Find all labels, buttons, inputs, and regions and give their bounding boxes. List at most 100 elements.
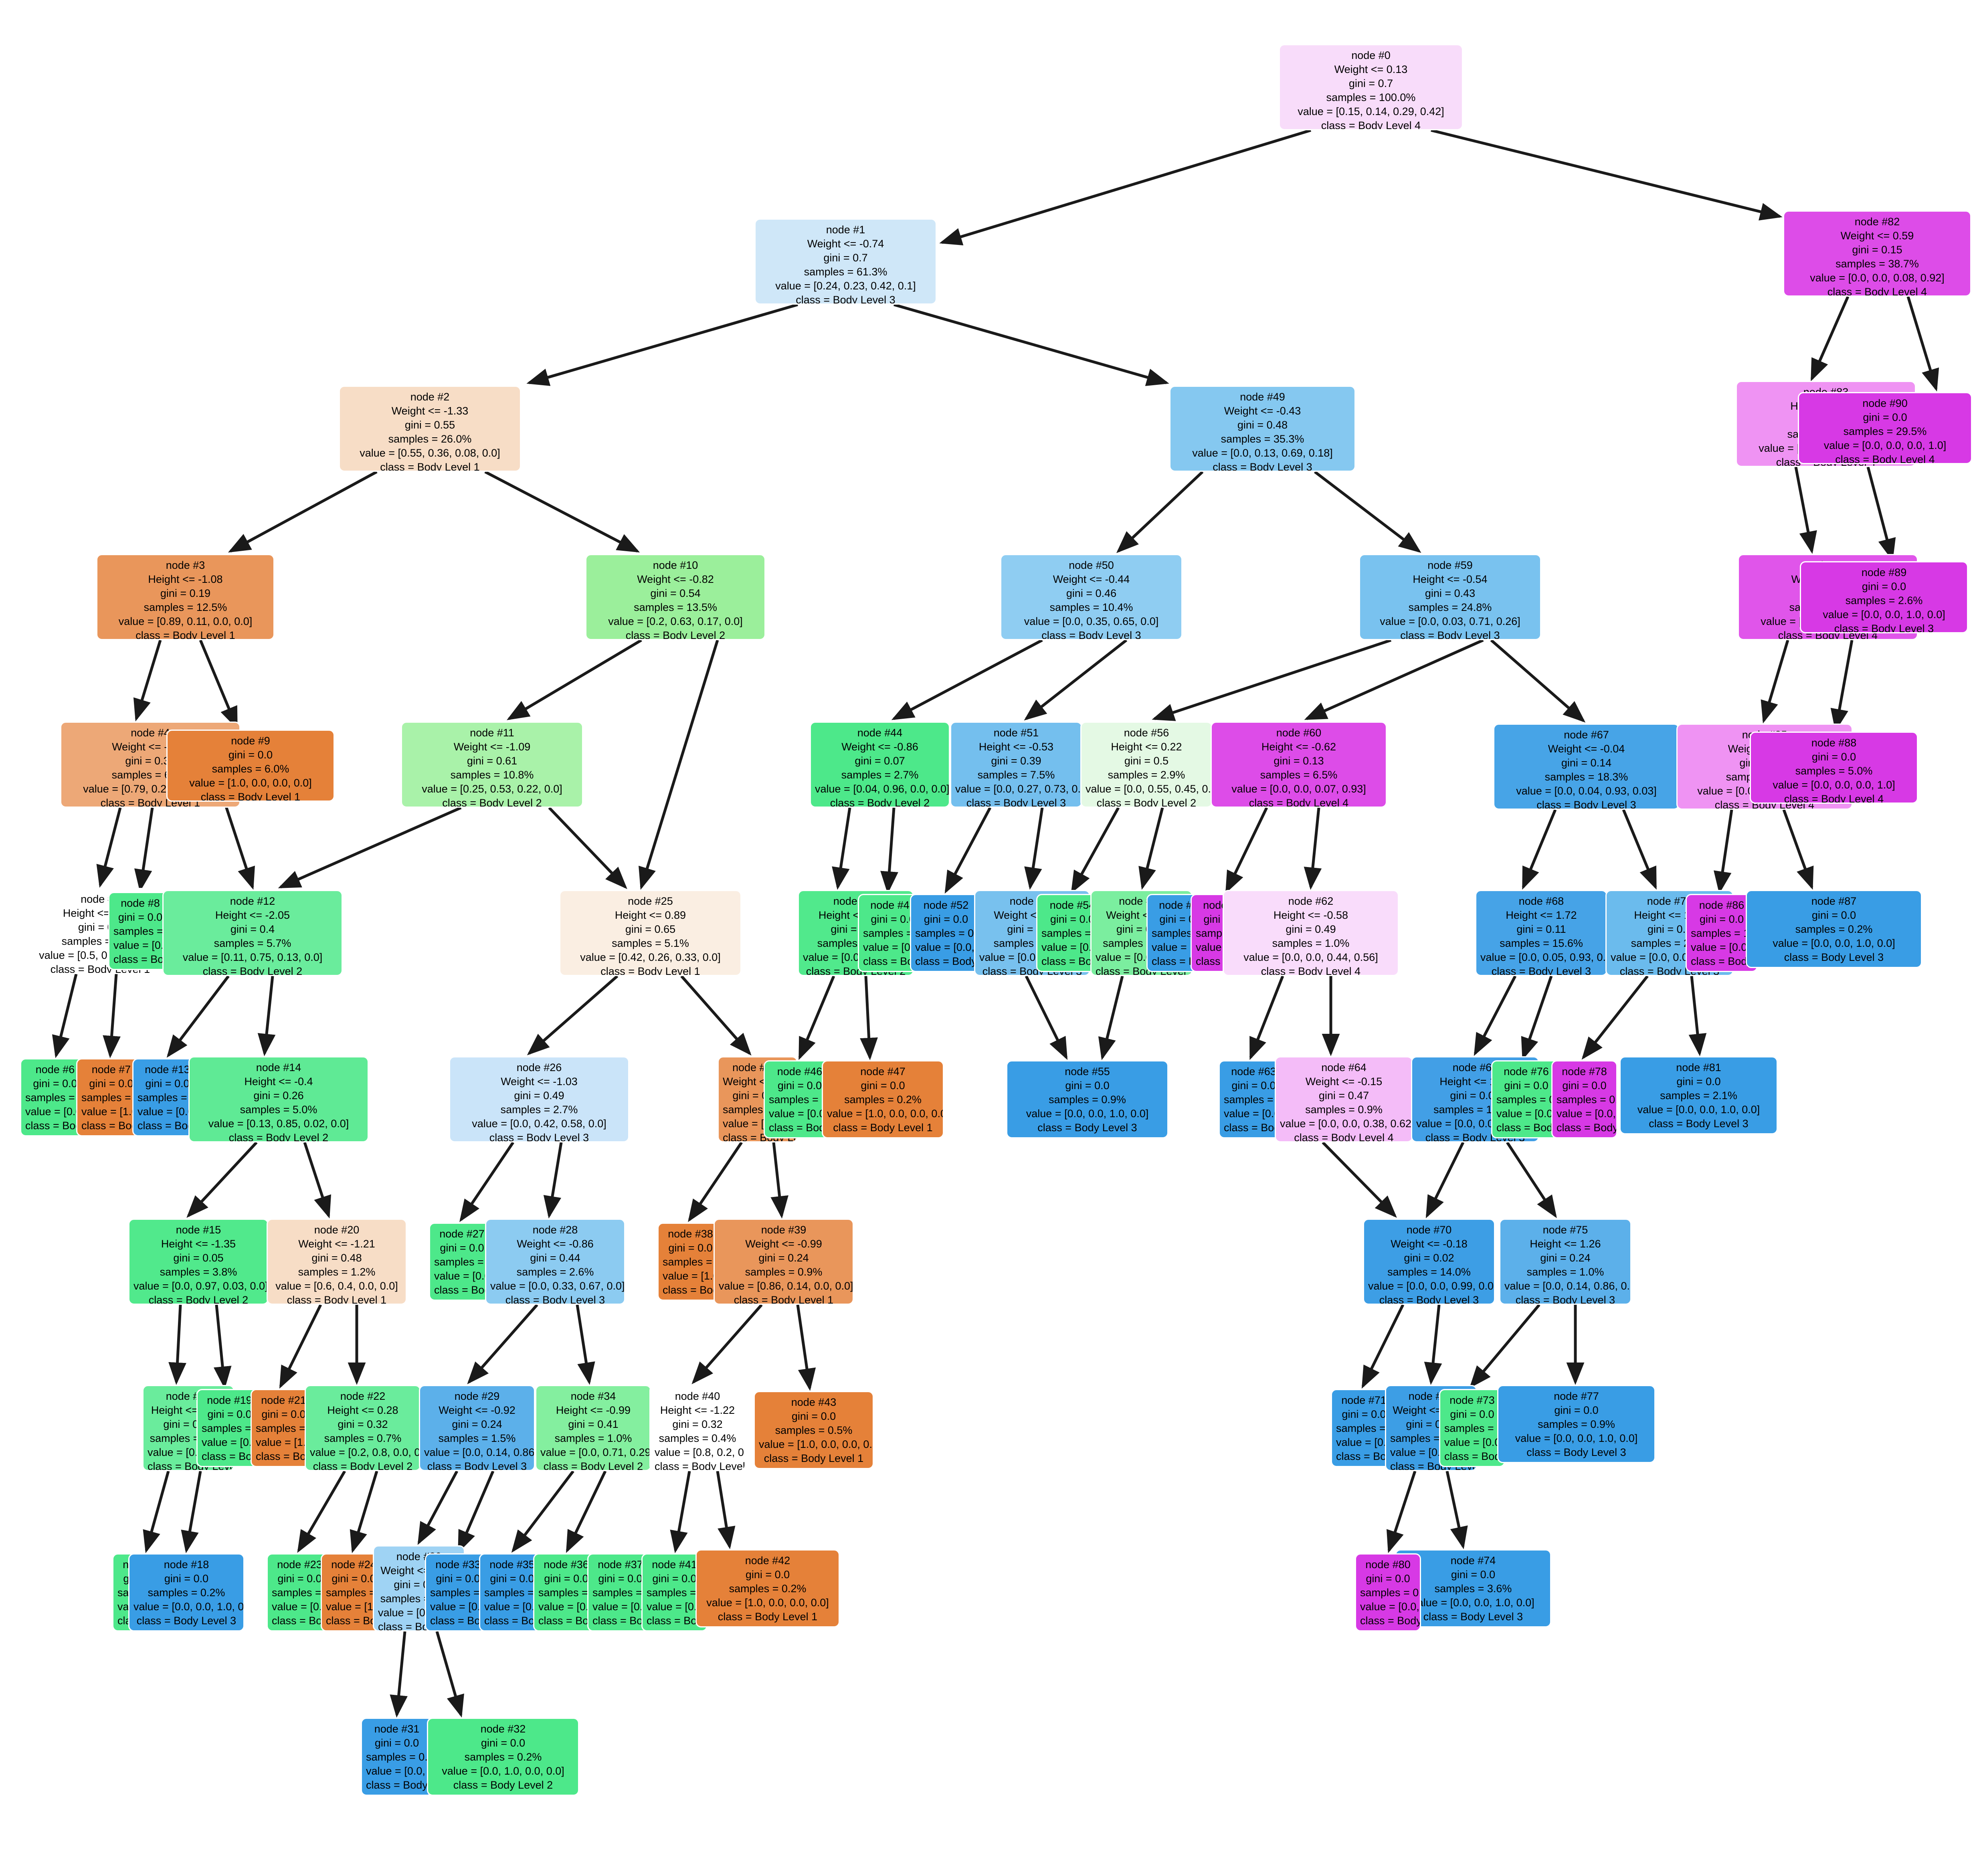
tree-node-90[interactable]: node #90 gini = 0.0 samples = 29.5% value =… (1798, 392, 1972, 464)
node-cls: class = Body Level 3 (136, 1615, 237, 1627)
node-value: value = [0.0, 0.0, 0.0, 1.0] (1773, 779, 1895, 791)
tree-edge (1522, 809, 1557, 890)
tree-node-78[interactable]: node #78 gini = 0.0 samples = 0.6% value = … (1551, 1060, 1617, 1138)
node-gini: gini = 0.0 (668, 1242, 713, 1254)
tree-node-87[interactable]: node #87 gini = 0.0 samples = 0.2% value = … (1746, 890, 1922, 968)
tree-edge (350, 1470, 378, 1553)
tree-node-14[interactable]: node #14 Height <= -0.4 gini = 0.26 samples… (188, 1056, 369, 1142)
node-cls: class = Body Level 3 (1784, 951, 1884, 964)
tree-node-15[interactable]: node #15 Height <= -1.35 gini = 0.05 sample… (128, 1219, 269, 1305)
node-value: value = [0.15, 0.14, 0.29, 0.42] (1298, 105, 1444, 118)
node-value: value = [0.0, 0.0, 0.0, 1.0] (1691, 941, 1757, 954)
node-gini: gini = 0.65 (625, 923, 676, 936)
tree-node-2[interactable]: node #2 Weight <= -1.33 gini = 0.55 samples… (339, 386, 521, 472)
node-value: value = [0.0, 1.0, 0.0, 0.0] (272, 1601, 332, 1613)
tree-node-81[interactable]: node #81 gini = 0.0 samples = 2.1% value = … (1619, 1056, 1778, 1134)
tree-node-50[interactable]: node #50 Weight <= -0.44 gini = 0.46 sample… (1000, 554, 1183, 640)
node-value: value = [0.0, 1.0, 0.0, 0.0] (113, 939, 171, 952)
tree-edge (798, 975, 835, 1060)
node-label: node #28 (532, 1224, 578, 1236)
node-label: node #44 (857, 727, 903, 739)
node-cls: class = Body Level 2 (592, 1615, 652, 1627)
tree-edge (417, 1470, 459, 1545)
tree-node-42[interactable]: node #42 gini = 0.0 samples = 0.2% value = … (695, 1549, 840, 1627)
tree-node-31[interactable]: node #31 gini = 0.0 samples = 0.2% value = … (361, 1718, 433, 1796)
node-label: node #22 (340, 1390, 386, 1402)
tree-node-47[interactable]: node #47 gini = 0.0 samples = 0.2% value = … (822, 1060, 944, 1138)
tree-node-56[interactable]: node #56 Height <= 0.22 gini = 0.5 samples … (1080, 722, 1213, 808)
node-samples: samples = 1.4% (1691, 927, 1757, 940)
node-split: Height <= -0.58 (1273, 909, 1348, 922)
tree-node-77[interactable]: node #77 gini = 0.0 samples = 0.9% value = … (1497, 1385, 1656, 1463)
tree-edge (143, 1471, 170, 1553)
tree-edge (1361, 1304, 1405, 1389)
node-value: value = [0.0, 1.0, 0.0, 0.0] (1444, 1436, 1504, 1449)
tree-node-0[interactable]: node #0 Weight <= 0.13 gini = 0.7 samples =… (1279, 44, 1463, 130)
tree-node-59[interactable]: node #59 Height <= -0.54 gini = 0.43 sample… (1359, 554, 1541, 640)
tree-node-26[interactable]: node #26 Weight <= -1.03 gini = 0.49 sample… (449, 1056, 629, 1142)
tree-node-82[interactable]: node #82 Weight <= 0.59 gini = 0.15 samples… (1783, 210, 1971, 297)
node-split: Height <= -1.22 (660, 1404, 735, 1417)
tree-node-9[interactable]: node #9 gini = 0.0 samples = 6.0% value = [… (166, 730, 335, 802)
node-label: node #51 (993, 727, 1039, 739)
node-cls: class = Body Level 2 (434, 1284, 495, 1296)
tree-node-40[interactable]: node #40 Height <= -1.22 gini = 0.32 sample… (649, 1385, 746, 1471)
tree-node-80[interactable]: node #80 gini = 0.0 samples = 0.1% value = … (1355, 1553, 1421, 1631)
node-gini: gini = 0.0 (1554, 1404, 1599, 1417)
node-split: Weight <= -0.43 (1224, 405, 1301, 417)
tree-node-75[interactable]: node #75 Height <= 1.26 gini = 0.24 samples… (1499, 1219, 1631, 1305)
tree-node-51[interactable]: node #51 Height <= -0.53 gini = 0.39 sample… (950, 722, 1082, 808)
tree-node-44[interactable]: node #44 Weight <= -0.86 gini = 0.07 sample… (810, 722, 950, 808)
node-cls: class = Body Level 1 (655, 1460, 746, 1471)
node-cls: class = Body Level 2 (453, 1779, 553, 1791)
node-cls: class = Body Level 2 (202, 965, 303, 976)
tree-node-64[interactable]: node #64 Weight <= -0.15 gini = 0.47 sample… (1275, 1056, 1413, 1142)
tree-node-52[interactable]: node #52 gini = 0.0samples = 0.5%value = … (910, 894, 982, 972)
node-cls: class = Body Level 3 (915, 955, 981, 968)
node-samples: samples = 1.0% (430, 1587, 490, 1599)
tree-node-39[interactable]: node #39 Weight <= -0.99 gini = 0.24 sample… (714, 1219, 854, 1305)
tree-node-67[interactable]: node #67 Weight <= -0.04 gini = 0.14 sample… (1493, 724, 1680, 810)
tree-node-10[interactable]: node #10 Weight <= -0.82 gini = 0.54 sample… (585, 554, 766, 640)
node-value: value = [1.0, 0.0, 0.0, 0.0] (706, 1597, 829, 1609)
node-samples: samples = 61.3% (804, 266, 887, 278)
tree-node-12[interactable]: node #12 Height <= -2.05 gini = 0.4 samples… (162, 890, 343, 976)
tree-node-32[interactable]: node #32 gini = 0.0 samples = 0.2% value = … (427, 1718, 579, 1796)
tree-node-62[interactable]: node #62 Height <= -0.58 gini = 0.49 sample… (1223, 890, 1399, 976)
tree-node-88[interactable]: node #88 gini = 0.0 samples = 5.0% value = … (1750, 732, 1918, 804)
tree-edge (484, 470, 640, 553)
tree-edge (1138, 807, 1164, 890)
node-value: value = [0.0, 0.0, 1.0, 0.0] (915, 941, 981, 954)
node-gini: gini = 0.0 (1863, 411, 1907, 424)
node-value: value = [0.0, 0.0, 1.0, 0.0] (1412, 1597, 1534, 1609)
tree-node-28[interactable]: node #28 Weight <= -0.86 gini = 0.44 sample… (485, 1219, 625, 1305)
tree-node-76[interactable]: node #76 gini = 0.0 samples = 0.2% value = … (1491, 1060, 1561, 1138)
tree-node-1[interactable]: node #1 Weight <= -0.74 gini = 0.7 samples … (754, 218, 937, 305)
node-gini: gini = 0.48 (1237, 419, 1288, 431)
tree-node-11[interactable]: node #11 Weight <= -1.09 gini = 0.61 sample… (401, 722, 583, 808)
tree-edge (1714, 809, 1733, 894)
tree-node-18[interactable]: node #18 gini = 0.0 samples = 0.2% value = … (128, 1553, 245, 1631)
tree-node-22[interactable]: node #22 Height <= 0.28 gini = 0.32 samples… (305, 1385, 421, 1471)
tree-node-89[interactable]: node #89 gini = 0.0 samples = 2.6% value = … (1800, 561, 1968, 633)
node-label: node #38 (668, 1228, 713, 1240)
tree-node-68[interactable]: node #68 Height <= 1.72 gini = 0.11 samples… (1475, 890, 1607, 976)
node-cls: class = Body Level 2 (1096, 797, 1197, 808)
tree-edge (1249, 975, 1284, 1060)
node-gini: gini = 0.0 (440, 1242, 484, 1254)
tree-node-3[interactable]: node #3 Height <= -1.08 gini = 0.19 samples… (96, 554, 275, 640)
tree-node-55[interactable]: node #55 gini = 0.0 samples = 0.9% value = … (1006, 1060, 1168, 1138)
tree-node-70[interactable]: node #70 Weight <= -0.18 gini = 0.02 sample… (1363, 1219, 1495, 1305)
node-samples: samples = 10.4% (1049, 601, 1133, 614)
tree-node-43[interactable]: node #43 gini = 0.0 samples = 0.5% value = … (754, 1391, 874, 1469)
node-samples: samples = 12.5% (144, 601, 227, 614)
tree-node-73[interactable]: node #73 gini = 0.0samples = 0.1%value = … (1439, 1389, 1505, 1467)
tree-node-20[interactable]: node #20 Weight <= -1.21 gini = 0.48 sample… (267, 1219, 407, 1305)
tree-node-25[interactable]: node #25 Height <= 0.89 gini = 0.65 samples… (559, 890, 742, 976)
tree-node-60[interactable]: node #60 Height <= -0.62 gini = 0.13 sample… (1211, 722, 1387, 808)
tree-node-29[interactable]: node #29 Weight <= -0.92 gini = 0.24 sample… (419, 1385, 535, 1471)
tree-node-49[interactable]: node #49 Weight <= -0.43 gini = 0.48 sample… (1169, 386, 1356, 472)
tree-edge (894, 303, 1169, 386)
node-cls: class = Body Level 2 (1444, 1450, 1505, 1463)
tree-node-34[interactable]: node #34 Height <= -0.99 gini = 0.41 sample… (535, 1385, 651, 1471)
